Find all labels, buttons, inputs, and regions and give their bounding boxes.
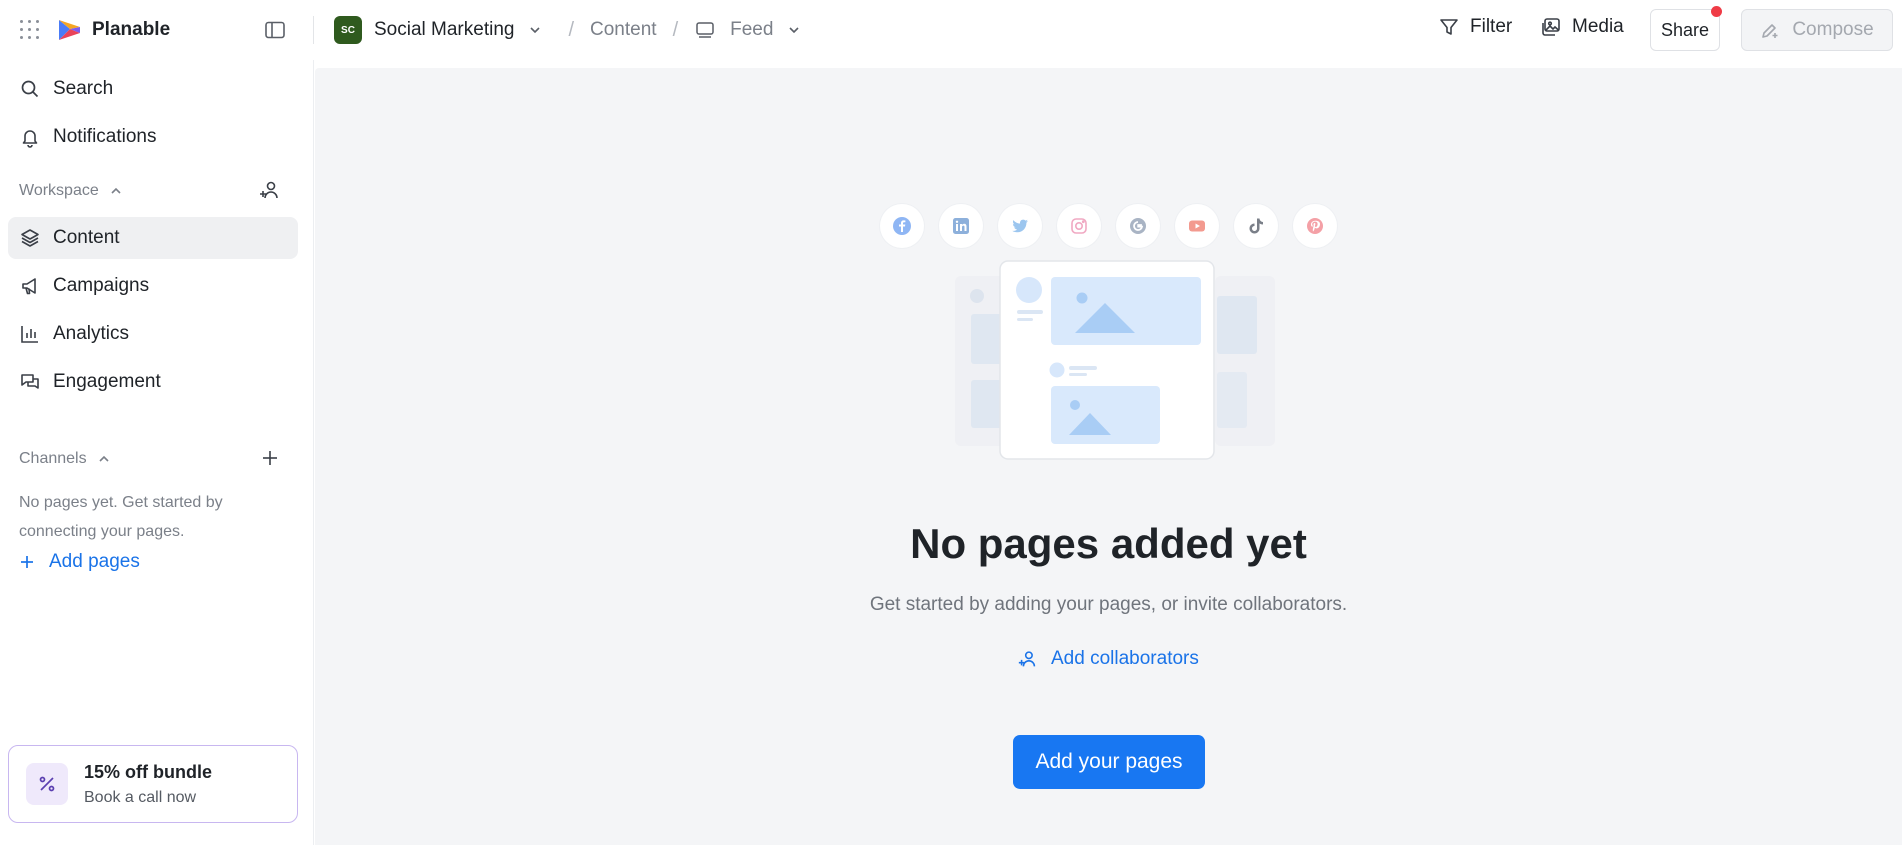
section-label: Channels [19, 450, 87, 467]
add-collaborators-label: Add collaborators [1051, 648, 1199, 669]
sidebar-item-label: Content [53, 227, 120, 248]
planable-logo-icon [59, 20, 80, 40]
breadcrumb: SC Social Marketing / Content / Feed [334, 0, 801, 60]
filter-icon [1440, 19, 1458, 35]
pinterest-icon [1293, 204, 1337, 248]
feed-view-icon [696, 22, 714, 38]
compose-icon [1762, 24, 1778, 38]
view-selector-feed[interactable]: Feed [730, 19, 773, 41]
tiktok-icon [1234, 204, 1278, 248]
sidebar-item-label: Campaigns [53, 275, 150, 296]
chevron-down-icon[interactable] [528, 23, 542, 37]
section-label: Workspace [19, 182, 99, 199]
sidebar-item-label: Notifications [53, 126, 157, 147]
empty-state-title: No pages added yet [910, 520, 1307, 567]
sidebar-item-campaigns[interactable]: Campaigns [8, 265, 298, 307]
promo-card[interactable]: 15% off bundle Book a call now [8, 745, 298, 823]
sidebar-item-label: Search [53, 78, 114, 99]
filter-label: Filter [1470, 16, 1513, 37]
search-icon [21, 80, 39, 98]
add-channel-icon[interactable] [258, 446, 282, 470]
empty-state-illustration [955, 260, 1275, 460]
sidebar-item-label: Analytics [53, 323, 130, 344]
social-network-icons [880, 204, 1352, 248]
compose-button[interactable]: Compose [1741, 9, 1893, 51]
breadcrumb-content[interactable]: Content [590, 19, 657, 41]
percent-icon [26, 763, 68, 805]
sidebar: Search Notifications Workspace Content C… [0, 60, 314, 845]
notification-dot [1711, 6, 1722, 17]
chevron-down-icon[interactable] [787, 23, 801, 37]
layers-icon [21, 229, 39, 247]
instagram-icon [1057, 204, 1101, 248]
workspace-avatar[interactable]: SC [334, 16, 362, 44]
breadcrumb-separator: / [568, 18, 575, 41]
channels-section-toggle[interactable]: Channels [19, 450, 111, 468]
media-button[interactable]: Media [1540, 16, 1624, 38]
app-name: Planable [92, 19, 171, 40]
youtube-icon [1175, 204, 1219, 248]
linkedin-icon [939, 204, 983, 248]
add-collaborators-link[interactable]: Add collaborators [1017, 648, 1199, 670]
sidebar-item-analytics[interactable]: Analytics [8, 313, 298, 355]
top-bar: Planable SC Social Marketing / Content /… [0, 0, 1902, 60]
add-your-pages-button[interactable]: Add your pages [1013, 735, 1205, 789]
promo-subtitle: Book a call now [84, 788, 197, 806]
megaphone-icon [22, 278, 36, 295]
brand: Planable [18, 0, 170, 60]
breadcrumb-separator: / [672, 18, 679, 41]
twitter-icon [998, 204, 1042, 248]
sidebar-item-label: Engagement [53, 371, 161, 392]
invite-user-icon[interactable] [258, 178, 282, 202]
app-launcher-icon[interactable] [18, 18, 42, 42]
sidebar-item-notifications[interactable]: Notifications [8, 116, 298, 158]
chevron-up-icon [111, 187, 121, 194]
main-content: No pages added yet Get started by adding… [315, 68, 1902, 845]
divider [313, 16, 314, 44]
share-button[interactable]: Share [1650, 9, 1720, 51]
chat-icon [21, 374, 39, 389]
filter-button[interactable]: Filter [1438, 16, 1512, 38]
promo-title: 15% off bundle [84, 761, 213, 782]
media-label: Media [1572, 16, 1624, 37]
workspace-section-toggle[interactable]: Workspace [19, 182, 123, 200]
sidebar-toggle-icon[interactable] [263, 18, 287, 42]
facebook-icon [880, 204, 924, 248]
media-icon [1542, 18, 1560, 36]
chevron-up-icon [99, 455, 109, 462]
workspace-name[interactable]: Social Marketing [374, 19, 514, 41]
add-pages-label: Add pages [49, 551, 140, 572]
empty-state-subtitle: Get started by adding your pages, or inv… [869, 594, 1348, 615]
sidebar-item-engagement[interactable]: Engagement [8, 361, 298, 403]
sidebar-item-content[interactable]: Content [8, 217, 298, 259]
promo-text: 15% off bundle Book a call now [84, 762, 212, 807]
plus-icon [21, 556, 33, 568]
channels-empty-text: No pages yet. Get started by connecting … [19, 494, 223, 540]
google-icon [1116, 204, 1160, 248]
add-user-icon [1018, 651, 1036, 667]
sidebar-item-search[interactable]: Search [8, 68, 298, 110]
compose-label: Compose [1792, 19, 1874, 40]
add-pages-link[interactable]: Add pages [19, 551, 140, 573]
bar-chart-icon [21, 326, 38, 343]
bell-icon [22, 130, 38, 148]
